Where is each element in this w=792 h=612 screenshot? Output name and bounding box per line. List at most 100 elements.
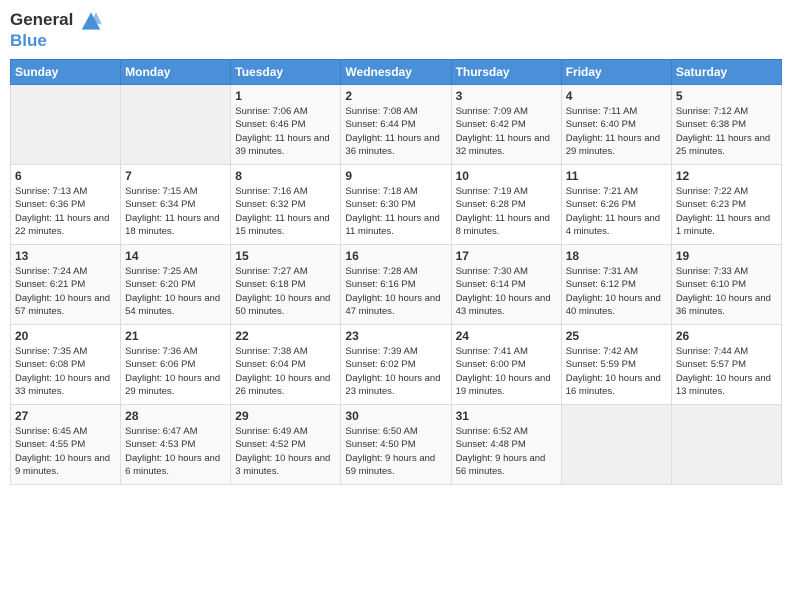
day-number: 21 — [125, 329, 226, 343]
day-number: 11 — [566, 169, 667, 183]
day-number: 9 — [345, 169, 446, 183]
calendar-cell: 21 Sunrise: 7:36 AMSunset: 6:06 PMDayligh… — [121, 324, 231, 404]
day-number: 6 — [15, 169, 116, 183]
day-info: Sunrise: 7:21 AMSunset: 6:26 PMDaylight:… — [566, 185, 667, 238]
day-number: 23 — [345, 329, 446, 343]
day-number: 17 — [456, 249, 557, 263]
day-number: 1 — [235, 89, 336, 103]
calendar-cell: 30 Sunrise: 6:50 AMSunset: 4:50 PMDayligh… — [341, 404, 451, 484]
calendar-cell: 12 Sunrise: 7:22 AMSunset: 6:23 PMDayligh… — [671, 164, 781, 244]
calendar-cell — [671, 404, 781, 484]
day-info: Sunrise: 7:15 AMSunset: 6:34 PMDaylight:… — [125, 185, 226, 238]
day-info: Sunrise: 7:30 AMSunset: 6:14 PMDaylight:… — [456, 265, 557, 318]
day-info: Sunrise: 7:31 AMSunset: 6:12 PMDaylight:… — [566, 265, 667, 318]
calendar-cell: 11 Sunrise: 7:21 AMSunset: 6:26 PMDayligh… — [561, 164, 671, 244]
day-number: 5 — [676, 89, 777, 103]
day-number: 4 — [566, 89, 667, 103]
calendar-cell: 15 Sunrise: 7:27 AMSunset: 6:18 PMDayligh… — [231, 244, 341, 324]
calendar-cell: 31 Sunrise: 6:52 AMSunset: 4:48 PMDayligh… — [451, 404, 561, 484]
calendar-cell: 26 Sunrise: 7:44 AMSunset: 5:57 PMDayligh… — [671, 324, 781, 404]
day-number: 30 — [345, 409, 446, 423]
logo: General Blue — [10, 10, 102, 51]
calendar-cell: 8 Sunrise: 7:16 AMSunset: 6:32 PMDaylight… — [231, 164, 341, 244]
day-number: 14 — [125, 249, 226, 263]
calendar-cell: 13 Sunrise: 7:24 AMSunset: 6:21 PMDayligh… — [11, 244, 121, 324]
calendar-row-2: 6Sunrise: 7:13 AMSunset: 6:36 PMDaylight… — [11, 164, 782, 244]
day-number: 27 — [15, 409, 116, 423]
calendar-cell: 20 Sunrise: 7:35 AMSunset: 6:08 PMDayligh… — [11, 324, 121, 404]
day-number: 16 — [345, 249, 446, 263]
calendar-cell: 28 Sunrise: 6:47 AMSunset: 4:53 PMDayligh… — [121, 404, 231, 484]
calendar-cell: 27 Sunrise: 6:45 AMSunset: 4:55 PMDayligh… — [11, 404, 121, 484]
day-number: 26 — [676, 329, 777, 343]
day-number: 8 — [235, 169, 336, 183]
calendar-row-1: 1Sunrise: 7:06 AMSunset: 6:46 PMDaylight… — [11, 84, 782, 164]
day-info: Sunrise: 6:50 AMSunset: 4:50 PMDaylight:… — [345, 425, 446, 478]
weekday-header-thursday: Thursday — [451, 59, 561, 84]
day-info: Sunrise: 7:24 AMSunset: 6:21 PMDaylight:… — [15, 265, 116, 318]
calendar-cell: 3 Sunrise: 7:09 AMSunset: 6:42 PMDaylight… — [451, 84, 561, 164]
calendar-cell: 17 Sunrise: 7:30 AMSunset: 6:14 PMDayligh… — [451, 244, 561, 324]
day-info: Sunrise: 7:16 AMSunset: 6:32 PMDaylight:… — [235, 185, 336, 238]
day-info: Sunrise: 7:33 AMSunset: 6:10 PMDaylight:… — [676, 265, 777, 318]
calendar-cell: 14 Sunrise: 7:25 AMSunset: 6:20 PMDayligh… — [121, 244, 231, 324]
calendar-cell: 29Sunrise: 6:49 AMSunset: 4:52 PMDayligh… — [231, 404, 341, 484]
logo-blue: Blue — [10, 31, 102, 51]
calendar-cell: 10 Sunrise: 7:19 AMSunset: 6:28 PMDayligh… — [451, 164, 561, 244]
day-number: 20 — [15, 329, 116, 343]
weekday-header-sunday: Sunday — [11, 59, 121, 84]
day-info: Sunrise: 6:45 AMSunset: 4:55 PMDaylight:… — [15, 425, 116, 478]
day-info: Sunrise: 7:27 AMSunset: 6:18 PMDaylight:… — [235, 265, 336, 318]
day-info: Sunrise: 7:08 AMSunset: 6:44 PMDaylight:… — [345, 105, 446, 158]
page-header: General Blue — [10, 10, 782, 51]
day-number: 18 — [566, 249, 667, 263]
day-number: 19 — [676, 249, 777, 263]
day-info: Sunrise: 7:38 AMSunset: 6:04 PMDaylight:… — [235, 345, 336, 398]
weekday-header-friday: Friday — [561, 59, 671, 84]
calendar-cell — [121, 84, 231, 164]
day-info: Sunrise: 7:28 AMSunset: 6:16 PMDaylight:… — [345, 265, 446, 318]
day-info: Sunrise: 7:12 AMSunset: 6:38 PMDaylight:… — [676, 105, 777, 158]
calendar-table: SundayMondayTuesdayWednesdayThursdayFrid… — [10, 59, 782, 485]
day-number: 10 — [456, 169, 557, 183]
day-number: 29 — [235, 409, 336, 423]
day-number: 3 — [456, 89, 557, 103]
day-info: Sunrise: 7:25 AMSunset: 6:20 PMDaylight:… — [125, 265, 226, 318]
weekday-header-saturday: Saturday — [671, 59, 781, 84]
day-info: Sunrise: 6:52 AMSunset: 4:48 PMDaylight:… — [456, 425, 557, 478]
calendar-cell: 9 Sunrise: 7:18 AMSunset: 6:30 PMDaylight… — [341, 164, 451, 244]
day-info: Sunrise: 7:44 AMSunset: 5:57 PMDaylight:… — [676, 345, 777, 398]
calendar-cell: 22Sunrise: 7:38 AMSunset: 6:04 PMDayligh… — [231, 324, 341, 404]
day-info: Sunrise: 7:18 AMSunset: 6:30 PMDaylight:… — [345, 185, 446, 238]
calendar-cell: 25Sunrise: 7:42 AMSunset: 5:59 PMDayligh… — [561, 324, 671, 404]
day-info: Sunrise: 7:19 AMSunset: 6:28 PMDaylight:… — [456, 185, 557, 238]
calendar-cell: 23Sunrise: 7:39 AMSunset: 6:02 PMDayligh… — [341, 324, 451, 404]
calendar-cell — [561, 404, 671, 484]
day-number: 28 — [125, 409, 226, 423]
weekday-header-wednesday: Wednesday — [341, 59, 451, 84]
day-number: 2 — [345, 89, 446, 103]
day-info: Sunrise: 6:47 AMSunset: 4:53 PMDaylight:… — [125, 425, 226, 478]
day-number: 7 — [125, 169, 226, 183]
weekday-header-tuesday: Tuesday — [231, 59, 341, 84]
day-info: Sunrise: 7:11 AMSunset: 6:40 PMDaylight:… — [566, 105, 667, 158]
calendar-cell: 19 Sunrise: 7:33 AMSunset: 6:10 PMDayligh… — [671, 244, 781, 324]
day-info: Sunrise: 7:35 AMSunset: 6:08 PMDaylight:… — [15, 345, 116, 398]
calendar-cell: 16 Sunrise: 7:28 AMSunset: 6:16 PMDayligh… — [341, 244, 451, 324]
day-number: 13 — [15, 249, 116, 263]
day-info: Sunrise: 7:22 AMSunset: 6:23 PMDaylight:… — [676, 185, 777, 238]
calendar-row-4: 20 Sunrise: 7:35 AMSunset: 6:08 PMDayligh… — [11, 324, 782, 404]
calendar-row-3: 13 Sunrise: 7:24 AMSunset: 6:21 PMDayligh… — [11, 244, 782, 324]
day-info: Sunrise: 7:09 AMSunset: 6:42 PMDaylight:… — [456, 105, 557, 158]
calendar-row-5: 27 Sunrise: 6:45 AMSunset: 4:55 PMDayligh… — [11, 404, 782, 484]
day-info: Sunrise: 7:42 AMSunset: 5:59 PMDaylight:… — [566, 345, 667, 398]
calendar-cell: 7 Sunrise: 7:15 AMSunset: 6:34 PMDaylight… — [121, 164, 231, 244]
calendar-cell: 24Sunrise: 7:41 AMSunset: 6:00 PMDayligh… — [451, 324, 561, 404]
calendar-cell: 2 Sunrise: 7:08 AMSunset: 6:44 PMDaylight… — [341, 84, 451, 164]
day-number: 15 — [235, 249, 336, 263]
day-info: Sunrise: 7:41 AMSunset: 6:00 PMDaylight:… — [456, 345, 557, 398]
day-number: 31 — [456, 409, 557, 423]
day-info: Sunrise: 7:36 AMSunset: 6:06 PMDaylight:… — [125, 345, 226, 398]
day-number: 12 — [676, 169, 777, 183]
logo-text: General — [10, 10, 102, 31]
